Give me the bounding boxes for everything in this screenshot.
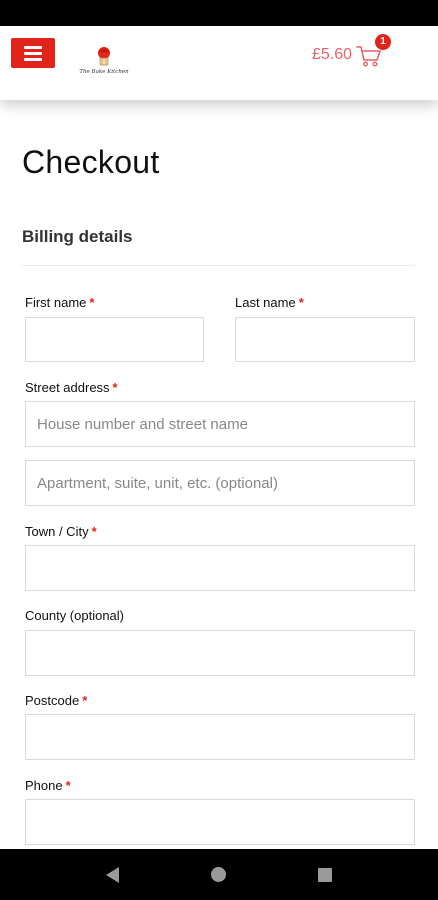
street-address-placeholder: House number and street name	[37, 415, 248, 433]
divider	[22, 265, 415, 266]
postcode-input[interactable]	[25, 714, 415, 760]
county-input[interactable]	[25, 630, 415, 676]
required-marker: *	[91, 524, 97, 539]
first-name-input[interactable]	[25, 317, 204, 362]
page-title: Checkout	[22, 144, 160, 180]
county-label-text: County (optional)	[25, 608, 124, 623]
city-label-text: Town / City	[25, 524, 89, 539]
site-logo[interactable]: The Bake Kitchen	[78, 44, 130, 80]
required-marker: *	[82, 693, 88, 708]
street-address-input[interactable]: House number and street name	[25, 401, 415, 447]
street-address-label: Street address *	[25, 380, 118, 395]
street-address-label-text: Street address	[25, 380, 110, 395]
county-label: County (optional)	[25, 608, 124, 623]
postcode-label: Postcode *	[25, 693, 87, 708]
first-name-label: First name *	[25, 295, 94, 310]
required-marker: *	[298, 295, 304, 310]
recent-apps-icon[interactable]	[318, 867, 332, 882]
city-label: Town / City *	[25, 524, 97, 539]
last-name-label: Last name *	[235, 295, 304, 310]
first-name-label-text: First name	[25, 295, 87, 310]
status-bar	[0, 0, 438, 26]
city-input[interactable]	[25, 545, 415, 591]
system-nav-bar	[0, 849, 438, 900]
cart-count-badge: 1	[375, 34, 391, 50]
postcode-label-text: Postcode	[25, 693, 80, 708]
home-icon[interactable]	[211, 867, 226, 882]
back-icon[interactable]	[106, 866, 119, 883]
cart-total[interactable]: £5.60	[312, 46, 352, 64]
required-marker: *	[112, 380, 118, 395]
last-name-input[interactable]	[235, 317, 415, 362]
logo-text: The Bake Kitchen	[79, 69, 129, 75]
site-header: The Bake Kitchen £5.60 1	[0, 26, 438, 100]
required-marker: *	[65, 778, 71, 793]
phone-label: Phone *	[25, 778, 71, 793]
logo-icon	[98, 47, 110, 66]
billing-details-heading: Billing details	[22, 227, 133, 246]
apartment-placeholder: Apartment, suite, unit, etc. (optional)	[37, 474, 278, 492]
apartment-input[interactable]: Apartment, suite, unit, etc. (optional)	[25, 460, 415, 506]
phone-input[interactable]	[25, 799, 415, 845]
phone-label-text: Phone	[25, 778, 63, 793]
last-name-label-text: Last name	[235, 295, 296, 310]
hamburger-icon-line	[24, 57, 42, 61]
hamburger-icon-line	[24, 51, 42, 55]
required-marker: *	[89, 295, 95, 310]
menu-button[interactable]	[11, 38, 55, 68]
hamburger-icon	[24, 45, 42, 49]
